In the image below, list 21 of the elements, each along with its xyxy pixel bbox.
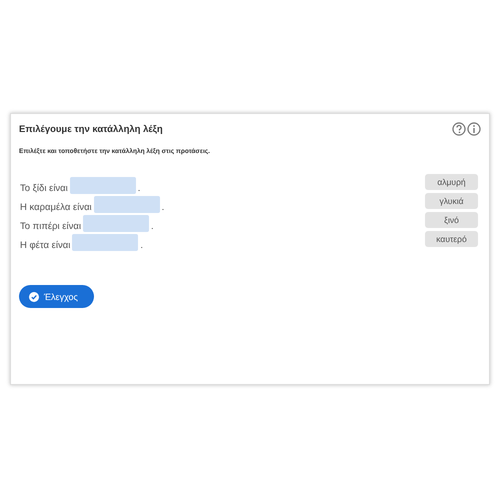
word-chip[interactable]: αλμυρή — [425, 174, 478, 190]
drop-field[interactable] — [72, 234, 138, 251]
period-text: . — [138, 183, 140, 194]
drop-field[interactable] — [70, 177, 136, 194]
sentence-text: Το πιπέρι είναι — [20, 221, 81, 232]
info-icon[interactable] — [467, 122, 481, 136]
period-text: . — [140, 240, 143, 251]
sentence-text: Το ξίδι είναι — [20, 183, 68, 194]
drop-field[interactable] — [94, 196, 160, 213]
period-text: . — [151, 221, 154, 232]
help-icon[interactable] — [452, 122, 466, 136]
word-chip[interactable]: καυτερό — [425, 231, 478, 247]
drop-field[interactable] — [83, 215, 149, 232]
period-text: . — [162, 202, 164, 213]
sentence-text: Η καραμέλα είναι — [20, 202, 92, 213]
sentence-text: Η φέτα είναι — [20, 240, 70, 251]
check-button[interactable]: Έλεγχος — [19, 285, 94, 308]
word-chip[interactable]: ξινό — [425, 212, 478, 228]
exercise-title: Επιλέγουμε την κατάλληλη λέξη — [19, 124, 163, 134]
word-chip[interactable]: γλυκιά — [425, 193, 478, 209]
check-icon — [29, 292, 39, 302]
